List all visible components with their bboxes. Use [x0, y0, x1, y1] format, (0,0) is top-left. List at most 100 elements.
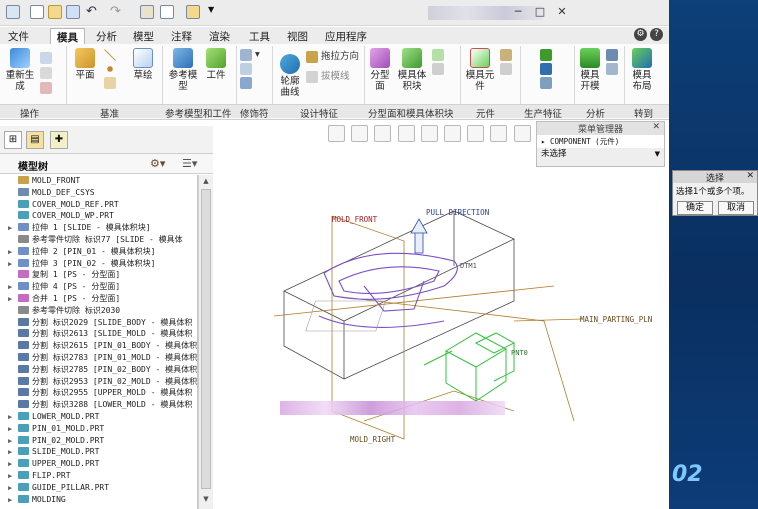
- group-datum[interactable]: 基准: [100, 106, 119, 120]
- tree-row[interactable]: ▶ 拉伸 4 [PS - 分型面]: [0, 281, 197, 293]
- mold-volume-button[interactable]: 模具体 积块: [396, 48, 428, 92]
- group-components[interactable]: 元件: [476, 106, 495, 120]
- tree-row[interactable]: 分割 标识2953 [PIN_02_MOLD - 模具体积: [0, 376, 197, 388]
- tab-model[interactable]: 模型: [127, 28, 160, 44]
- tree-row[interactable]: ▶ FLIP.PRT: [0, 470, 197, 482]
- tree-row[interactable]: ▶ PIN_01_MOLD.PRT: [0, 423, 197, 435]
- regenerate-button[interactable]: 重新生 成: [4, 48, 36, 92]
- tree-row[interactable]: ▶ 拉伸 1 [SLIDE - 模具体积块]: [0, 222, 197, 234]
- tree-columns-icon[interactable]: ☰▾: [182, 157, 197, 170]
- modifier-small-tools[interactable]: ▾: [240, 48, 260, 90]
- model-tree[interactable]: MOLD_FRONT MOLD_DEF_CSYS COVER_MOLD_REF.PR…: [0, 175, 198, 509]
- tab-render[interactable]: 渲染: [203, 28, 236, 44]
- parting-surface-button[interactable]: 分型 面: [366, 48, 394, 92]
- model-tree-tab-icon[interactable]: ⊞: [4, 131, 22, 149]
- tree-row[interactable]: ▶ UPPER_MOLD.PRT: [0, 458, 197, 470]
- workpiece-button[interactable]: 工件: [203, 48, 229, 81]
- favorites-tab-icon[interactable]: ✚: [50, 131, 68, 149]
- settings-icon[interactable]: ⚙: [634, 28, 647, 41]
- tree-row[interactable]: ▶ GUIDE_PILLAR.PRT: [0, 482, 197, 494]
- menu-selection-dropdown[interactable]: 未选择 ▼: [537, 148, 664, 161]
- minimize-icon[interactable]: ─: [507, 5, 529, 18]
- tree-row[interactable]: 分割 标识2955 [UPPER_MOLD - 模具体积: [0, 387, 197, 399]
- sketch-button[interactable]: 草绘: [128, 48, 158, 81]
- help-icon[interactable]: ?: [650, 28, 663, 41]
- tree-row[interactable]: 分割 标识2783 [PIN_01_MOLD - 模具体积: [0, 352, 197, 364]
- draft-line-button[interactable]: 拔模线: [306, 68, 350, 83]
- new-file-icon[interactable]: [30, 5, 44, 19]
- tree-row[interactable]: 分割 标识3288 [LOWER_MOLD - 模具体积: [0, 399, 197, 411]
- menu-component-item[interactable]: ▸ COMPONENT (元件): [537, 135, 664, 148]
- tree-row[interactable]: 分割 标识2615 [PIN_01_BODY - 模具体积: [0, 340, 197, 352]
- scroll-up-icon[interactable]: ▲: [201, 177, 211, 187]
- group-production[interactable]: 生产特征: [524, 106, 562, 120]
- tab-mold[interactable]: 模具: [50, 28, 85, 44]
- tree-row[interactable]: 参考零件切除 标识77 [SLIDE - 模具体: [0, 234, 197, 246]
- expand-arrow-icon[interactable]: ▶: [8, 495, 18, 507]
- window-icon[interactable]: [160, 5, 174, 19]
- menu-manager-close-icon[interactable]: ✕: [652, 122, 660, 132]
- folder-browser-tab-icon[interactable]: ▤: [26, 131, 44, 149]
- scroll-thumb[interactable]: [201, 189, 211, 489]
- reference-model-button[interactable]: 参考模 型: [166, 48, 200, 92]
- tree-scrollbar[interactable]: ▲ ▼: [198, 175, 213, 509]
- scroll-down-icon[interactable]: ▼: [201, 495, 211, 505]
- tree-row[interactable]: MOLD_DEF_CSYS: [0, 187, 197, 199]
- tree-row[interactable]: ▶ LOWER_MOLD.PRT: [0, 411, 197, 423]
- graphics-window[interactable]: MOLD_FRONT PULL DIRECTION MAIN_PARTING_P…: [214, 121, 669, 509]
- tab-tools[interactable]: 工具: [243, 28, 276, 44]
- component-small-tools[interactable]: [500, 48, 515, 76]
- tree-row[interactable]: ▶ 拉伸 3 [PIN_02 - 模具体积块]: [0, 258, 197, 270]
- tree-row[interactable]: ▶ MOLDING: [0, 494, 197, 506]
- ok-button[interactable]: 确定: [677, 201, 713, 215]
- group-ref-model[interactable]: 参考模型和工件: [165, 106, 232, 120]
- tree-settings-icon[interactable]: ⚙▾: [150, 157, 165, 170]
- tree-row[interactable]: 分割 标识2613 [SLIDE_MOLD - 模具体积: [0, 328, 197, 340]
- tree-row[interactable]: 复制 1 [PS - 分型面]: [0, 269, 197, 281]
- tab-annotate[interactable]: 注释: [165, 28, 198, 44]
- mold-component-button[interactable]: 模具元 件: [464, 48, 496, 92]
- analysis-small-tools[interactable]: [606, 48, 621, 76]
- cancel-button[interactable]: 取消: [718, 201, 754, 215]
- model-tree-title: 模型树: [18, 162, 48, 173]
- tree-row[interactable]: 参考零件切除 标识2030: [0, 305, 197, 317]
- group-analysis[interactable]: 分析: [586, 106, 605, 120]
- close-icon[interactable]: ✕: [551, 5, 573, 18]
- datum-small-tools[interactable]: [104, 48, 119, 90]
- tree-row[interactable]: COVER_MOLD_WP.PRT: [0, 210, 197, 222]
- close-window-icon[interactable]: [186, 5, 200, 19]
- group-design-features[interactable]: 设计特征: [300, 106, 338, 120]
- regenerate-icon[interactable]: [140, 5, 154, 19]
- mold-layout-button[interactable]: 模具 布局: [628, 48, 656, 92]
- redo-icon[interactable]: ↷: [110, 5, 124, 19]
- tree-row[interactable]: 分割 标识2029 [SLIDE_BODY - 模具体积: [0, 317, 197, 329]
- tree-row[interactable]: 分割 标识2785 [PIN_02_BODY - 模具体积: [0, 364, 197, 376]
- tree-row[interactable]: ▶ SLIDE_MOLD.PRT: [0, 446, 197, 458]
- tab-view[interactable]: 视图: [281, 28, 314, 44]
- tree-row[interactable]: MOLD_FRONT: [0, 175, 197, 187]
- tree-row[interactable]: ▶ 拉伸 2 [PIN_01 - 模具体积块]: [0, 246, 197, 258]
- profile-curve-button[interactable]: 轮廓 曲线: [276, 54, 304, 98]
- mold-open-button[interactable]: 模具 开模: [576, 48, 604, 92]
- group-operations[interactable]: 操作: [20, 106, 39, 120]
- plane-button[interactable]: 平面: [70, 48, 100, 81]
- group-parting-volume[interactable]: 分型面和模具体积块: [368, 106, 454, 120]
- group-modifiers[interactable]: 修饰符: [240, 106, 269, 120]
- volume-small-tools[interactable]: [432, 48, 447, 76]
- draft-direction-button[interactable]: 拖拉方向: [306, 48, 359, 63]
- operations-small-tools[interactable]: [40, 50, 55, 95]
- maximize-icon[interactable]: □: [529, 5, 551, 18]
- tree-row[interactable]: COVER_MOLD_REF.PRT: [0, 199, 197, 211]
- menu-file[interactable]: 文件: [2, 28, 35, 44]
- tab-analysis[interactable]: 分析: [90, 28, 123, 44]
- select-dialog-close-icon[interactable]: ✕: [746, 171, 754, 181]
- save-icon[interactable]: [66, 5, 80, 19]
- tree-row[interactable]: ▶ 合并 1 [PS - 分型面]: [0, 293, 197, 305]
- production-small-tools[interactable]: [540, 48, 555, 90]
- tab-applications[interactable]: 应用程序: [319, 28, 373, 44]
- open-folder-icon[interactable]: [48, 5, 62, 19]
- tree-row[interactable]: ▶ PIN_02_MOLD.PRT: [0, 435, 197, 447]
- customize-arrow-icon[interactable]: ▼: [208, 5, 222, 19]
- group-goto[interactable]: 转到: [634, 106, 653, 120]
- undo-icon[interactable]: ↶: [86, 5, 100, 19]
